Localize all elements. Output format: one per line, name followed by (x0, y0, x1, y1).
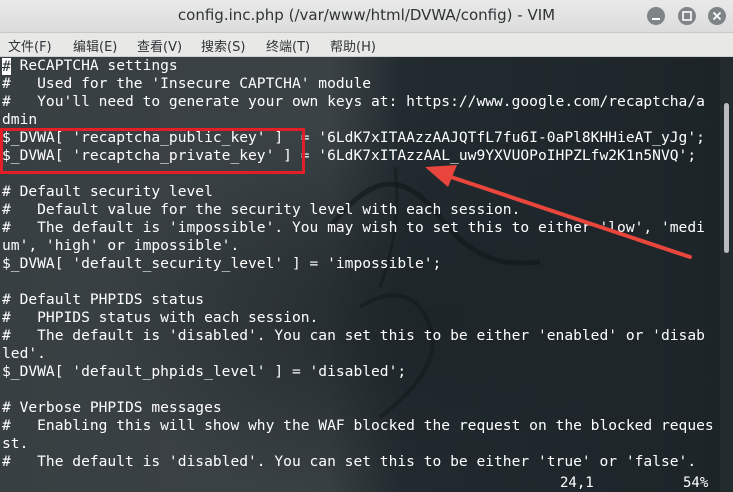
scroll-percent: 54% (683, 475, 709, 491)
editor-line-12: $_DVWA[ 'default_security_level' ] = 'im… (2, 255, 442, 272)
editor-line-18: $_DVWA[ 'default_phpids_level' ] = 'disa… (2, 363, 407, 380)
minimize-button[interactable] (647, 7, 665, 25)
menu-bar: 文件(F) 编辑(E) 查看(V) 搜索(S) 终端(T) 帮助(H) (0, 33, 733, 57)
editor-line-20: # Verbose PHPIDS messages (2, 399, 222, 416)
minimize-icon (652, 18, 660, 20)
editor-line-2: # Used for the 'Insecure CAPTCHA' module (2, 75, 372, 92)
editor-line-15: # PHPIDS status with each session. (2, 309, 319, 326)
highlight-box (0, 128, 305, 174)
cursor-char: # (2, 58, 11, 75)
cursor-position: 24,1 (560, 475, 594, 491)
editor-line-23: # The default is 'disabled'. You can set… (2, 453, 697, 470)
menu-search[interactable]: 搜索(S) (201, 36, 245, 55)
close-icon (712, 11, 722, 21)
terminal-area[interactable]: # ReCAPTCHA settings # # Used for the 'I… (0, 57, 733, 492)
text-cursor: # (2, 58, 11, 75)
menu-help[interactable]: 帮助(H) (330, 36, 376, 55)
menu-edit[interactable]: 编辑(E) (73, 36, 117, 55)
editor-line-9: # Default value for the security level w… (2, 201, 521, 218)
editor-line-3: # You'll need to generate your own keys … (2, 93, 705, 110)
maximize-button[interactable] (678, 7, 696, 25)
editor-line-10: # The default is 'impossible'. You may w… (2, 219, 705, 236)
window-title: config.inc.php (/var/www/html/DVWA/confi… (177, 6, 556, 24)
close-button[interactable] (708, 7, 726, 25)
menu-view[interactable]: 查看(V) (137, 36, 182, 55)
editor-line-11: um', 'high' or impossible'. (2, 237, 240, 254)
menu-file[interactable]: 文件(F) (8, 36, 52, 55)
menu-terminal[interactable]: 终端(T) (266, 36, 310, 55)
title-bar[interactable]: config.inc.php (/var/www/html/DVWA/confi… (0, 0, 733, 33)
editor-line-8: # Default security level (2, 183, 213, 200)
editor-line-14: # Default PHPIDS status (2, 291, 205, 308)
scrollbar-thumb[interactable] (724, 103, 729, 253)
vim-terminal-window: config.inc.php (/var/www/html/DVWA/confi… (0, 0, 733, 492)
editor-line-17: led'. (2, 345, 46, 362)
editor-line-22: st. (2, 435, 29, 452)
editor-line-1: # ReCAPTCHA settings (2, 57, 178, 74)
scrollbar[interactable] (720, 57, 733, 492)
editor-line-16: # The default is 'disabled'. You can set… (2, 327, 705, 344)
editor-line-4: dmin (2, 111, 38, 128)
editor-line-21: # Enabling this will show why the WAF bl… (2, 417, 714, 434)
maximize-icon (682, 11, 692, 21)
